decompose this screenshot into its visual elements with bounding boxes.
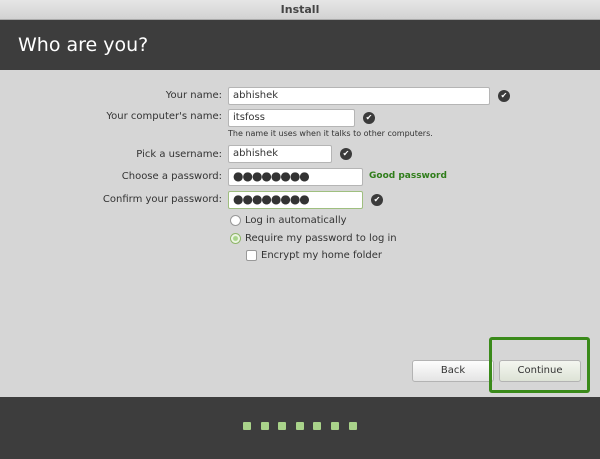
your-name-label: Your name: xyxy=(165,90,222,101)
login-auto-radio[interactable]: Log in automatically xyxy=(230,215,347,226)
confirm-password-label: Confirm your password: xyxy=(102,194,222,205)
checkbox-icon xyxy=(246,250,257,261)
password-label: Choose a password: xyxy=(121,171,222,182)
username-label: Pick a username: xyxy=(136,149,222,160)
encrypt-home-label: Encrypt my home folder xyxy=(261,250,383,261)
progress-dot xyxy=(243,422,251,430)
continue-highlight xyxy=(489,337,590,393)
computer-name-input[interactable]: itsfoss xyxy=(228,109,355,127)
require-password-label: Require my password to log in xyxy=(245,233,397,244)
confirm-password-input[interactable]: ●●●●●●●● xyxy=(228,191,363,209)
username-input[interactable]: abhishek xyxy=(228,145,332,163)
radio-selected-icon xyxy=(230,233,241,244)
computer-name-hint: The name it uses when it talks to other … xyxy=(228,129,433,138)
progress-dot xyxy=(331,422,339,430)
check-icon: ✔ xyxy=(498,90,510,102)
progress-dot xyxy=(278,422,287,430)
page-header: Who are you? xyxy=(0,20,600,70)
radio-icon xyxy=(230,215,241,226)
check-icon: ✔ xyxy=(363,112,375,124)
check-icon: ✔ xyxy=(371,194,383,206)
progress-dot xyxy=(313,422,322,430)
progress-dot xyxy=(295,422,304,430)
check-icon: ✔ xyxy=(340,148,352,160)
computer-name-label: Your computer's name: xyxy=(106,111,222,122)
password-strength: Good password xyxy=(369,171,447,181)
window-title: Install xyxy=(280,3,320,16)
page-title: Who are you? xyxy=(18,34,149,56)
progress-dot xyxy=(348,422,357,430)
window-titlebar: Install xyxy=(0,0,600,20)
progress-dot xyxy=(260,422,269,430)
your-name-input[interactable]: abhishek xyxy=(228,87,490,105)
login-auto-label: Log in automatically xyxy=(245,215,347,226)
password-input[interactable]: ●●●●●●●● xyxy=(228,168,363,186)
require-password-radio[interactable]: Require my password to log in xyxy=(230,233,397,244)
encrypt-home-checkbox[interactable]: Encrypt my home folder xyxy=(246,250,382,261)
back-button[interactable]: Back xyxy=(412,360,494,382)
